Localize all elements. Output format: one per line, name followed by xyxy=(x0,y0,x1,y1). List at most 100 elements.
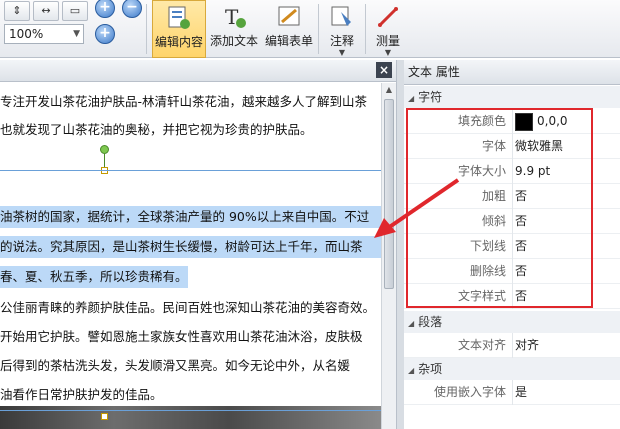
add-text-button[interactable]: T 添加文本 xyxy=(207,0,261,58)
text-line-selected[interactable]: 的说法。究其原因，是山茶树生长缓慢，树龄可达上千年，而山茶 xyxy=(0,236,381,258)
prop-divider xyxy=(512,209,513,234)
prop-value: 否 xyxy=(515,289,528,303)
prop-value: 9.9 pt xyxy=(515,164,551,178)
fit-page-button[interactable]: ⇕ xyxy=(4,1,30,21)
prop-font[interactable]: 字体 微软雅黑 xyxy=(404,134,620,159)
measure-button[interactable]: 测量 ▼ xyxy=(368,0,408,58)
text-line[interactable]: 专注开发山茶花油护肤品-林清轩山茶花油，越来越多人了解到山茶 xyxy=(0,91,367,113)
text-line[interactable]: 后得到的茶枯洗头发，头发顺滑又黑亮。如今无论中外，从名媛 xyxy=(0,355,350,377)
text-box-top-border xyxy=(0,170,381,171)
color-swatch[interactable] xyxy=(515,112,533,131)
measure-label: 测量 xyxy=(375,34,400,48)
section-paragraph-label: 段落 xyxy=(418,315,443,329)
text-line-selected[interactable]: 油茶树的国家，据统计，全球茶油产量的 90%以上来自中国。不过 xyxy=(0,206,381,228)
toolbar-divider xyxy=(318,4,319,54)
prop-key: 使用嵌入字体 xyxy=(433,385,506,399)
measure-chevron-down-icon: ▼ xyxy=(384,48,392,57)
measure-icon xyxy=(375,4,401,30)
close-icon[interactable]: × xyxy=(376,62,392,78)
scroll-up-icon[interactable]: ▲ xyxy=(382,83,396,97)
prop-bold[interactable]: 加粗 否 xyxy=(404,184,620,209)
prop-strikethrough[interactable]: 删除线 否 xyxy=(404,259,620,284)
prop-divider xyxy=(512,184,513,209)
prop-divider xyxy=(512,380,513,405)
add-text-label: 添加文本 xyxy=(209,34,258,48)
prop-value: 否 xyxy=(515,189,528,203)
toolbar-divider xyxy=(365,4,366,54)
annotation-button[interactable]: 注释 ▼ xyxy=(322,0,362,58)
chevron-down-icon: ▼ xyxy=(73,29,80,39)
prop-italic[interactable]: 倾斜 否 xyxy=(404,209,620,234)
prop-text-style[interactable]: 文字样式 否 xyxy=(404,284,620,309)
edit-form-icon xyxy=(276,4,302,30)
annotation-chevron-down-icon: ▼ xyxy=(338,48,346,57)
annotation-label: 注释 xyxy=(329,34,354,48)
prop-fill-color[interactable]: 填充颜色 0,0,0 xyxy=(404,109,620,134)
document-page[interactable]: 专注开发山茶花油护肤品-林清轩山茶花油，越来越多人了解到山茶 也就发现了山茶花油… xyxy=(0,83,381,429)
prop-key: 下划线 xyxy=(469,239,506,253)
text-box-bottom-border xyxy=(0,410,381,411)
panel-splitter[interactable] xyxy=(396,60,404,429)
prop-key: 填充颜色 xyxy=(457,114,506,128)
prop-embedded-font[interactable]: 使用嵌入字体 是 xyxy=(404,380,620,405)
properties-panel: 文本 属性 ◢ 字符 填充颜色 0,0,0 字体 微软雅黑 字体大小 9.9 pt… xyxy=(404,60,620,429)
prop-value: 是 xyxy=(515,385,528,399)
rotate-handle[interactable] xyxy=(100,145,109,154)
scrollbar-thumb[interactable] xyxy=(384,99,394,289)
collapse-icon: ◢ xyxy=(408,366,415,375)
properties-title: 文本 属性 xyxy=(404,60,620,85)
text-line[interactable]: 也就发现了山茶花油的奥秘，并把它视为珍贵的护肤品。 xyxy=(0,119,313,141)
toolbar: ⇕ ↔ ▭ + − 100% ▼ + 编辑内容 T 添加文本 编辑表单 注释 ▼ xyxy=(0,0,620,58)
vertical-scrollbar[interactable]: ▲ xyxy=(381,83,396,429)
prop-font-size[interactable]: 字体大小 9.9 pt xyxy=(404,159,620,184)
edit-content-icon xyxy=(166,5,192,31)
prop-divider xyxy=(512,109,513,134)
prop-key: 加粗 xyxy=(481,189,506,203)
zoom-in-icon[interactable]: + xyxy=(95,0,115,18)
collapse-icon: ◢ xyxy=(408,94,415,103)
prop-value: 0,0,0 xyxy=(537,114,568,128)
prop-key: 文字样式 xyxy=(457,289,506,303)
section-misc-label: 杂项 xyxy=(418,362,443,376)
prop-value: 否 xyxy=(515,264,528,278)
prop-key: 字体 xyxy=(481,139,506,153)
annotation-icon xyxy=(329,4,355,30)
collapse-icon: ◢ xyxy=(408,319,415,328)
prop-divider xyxy=(512,234,513,259)
zoom-select[interactable]: 100% ▼ xyxy=(4,24,84,44)
edit-form-button[interactable]: 编辑表单 xyxy=(262,0,316,58)
zoom-plus-icon[interactable]: + xyxy=(95,24,115,44)
prop-divider xyxy=(512,284,513,309)
prop-divider xyxy=(512,259,513,284)
text-line-selected[interactable]: 春、夏、秋五季，所以珍贵稀有。 xyxy=(0,266,188,288)
prop-underline[interactable]: 下划线 否 xyxy=(404,234,620,259)
resize-handle-bottom[interactable] xyxy=(101,413,108,420)
section-misc[interactable]: ◢ 杂项 xyxy=(404,358,620,380)
section-paragraph[interactable]: ◢ 段落 xyxy=(404,311,620,333)
prop-value: 微软雅黑 xyxy=(515,139,564,153)
prop-divider xyxy=(512,333,513,358)
prop-text-align[interactable]: 文本对齐 对齐 xyxy=(404,333,620,358)
text-line[interactable]: 油看作日常护肤护发的佳品。 xyxy=(0,384,163,406)
zoom-out-icon[interactable]: − xyxy=(122,0,142,18)
prop-value: 否 xyxy=(515,239,528,253)
edit-content-label: 编辑内容 xyxy=(154,35,203,49)
text-line[interactable]: 开始用它护肤。譬如恩施土家族女性喜欢用山茶花油沐浴，皮肤极 xyxy=(0,326,363,348)
prop-divider xyxy=(512,159,513,184)
text-line[interactable]: 公佳丽青睐的养颜护肤佳品。民间百姓也深知山茶花油的美容奇效。 xyxy=(0,297,375,319)
actual-size-button[interactable]: ▭ xyxy=(62,1,88,21)
rotate-handle-stem xyxy=(104,154,105,168)
section-character[interactable]: ◢ 字符 xyxy=(404,86,620,108)
zoom-value: 100% xyxy=(9,27,44,41)
edit-content-button[interactable]: 编辑内容 xyxy=(152,0,206,58)
prop-key: 字体大小 xyxy=(457,164,506,178)
document-panel-header: × xyxy=(0,60,396,82)
add-text-icon: T xyxy=(221,4,247,30)
prop-divider xyxy=(512,134,513,159)
prop-key: 删除线 xyxy=(469,264,506,278)
prop-key: 倾斜 xyxy=(481,214,506,228)
prop-value: 对齐 xyxy=(515,338,540,352)
prop-value: 否 xyxy=(515,214,528,228)
fit-width-button[interactable]: ↔ xyxy=(33,1,59,21)
edit-form-label: 编辑表单 xyxy=(264,34,313,48)
